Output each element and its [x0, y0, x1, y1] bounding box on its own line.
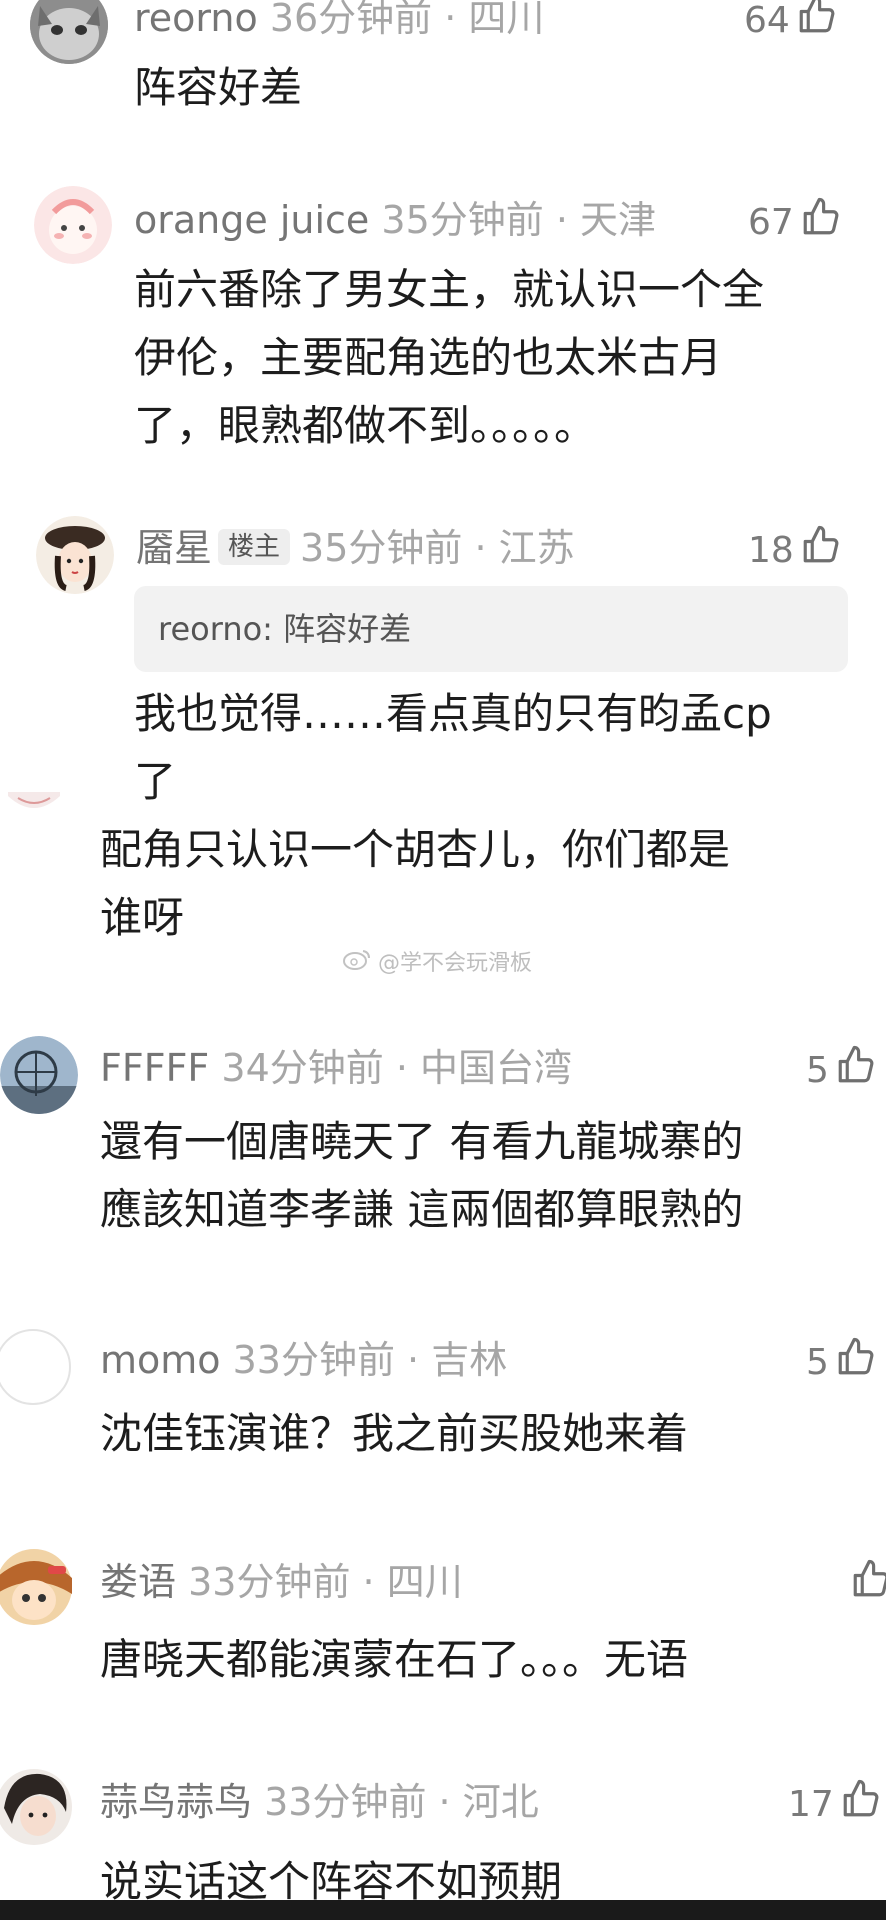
text-line: 還有一個唐曉天了 有看九龍城寨的	[100, 1117, 744, 1166]
like-button[interactable]: 67	[748, 196, 842, 249]
comment-text: 唐晓天都能演蒙在石了。。。无语	[100, 1626, 688, 1694]
avatar[interactable]	[34, 186, 112, 264]
text-line: 唐晓天都能演蒙在石了。。。无语	[100, 1635, 689, 1684]
watermark: @学不会玩滑板	[342, 947, 532, 980]
comment-meta: FFFFF 34分钟前 · 中国台湾	[100, 1046, 572, 1090]
like-count: 17	[788, 1783, 834, 1825]
thumbs-up-icon	[835, 1336, 877, 1389]
text-line: 伊伦，主要配角选的也太米古月	[134, 333, 723, 382]
comment-text: 沈佳钰演谁？我之前买股她来着	[100, 1400, 688, 1468]
comment-meta: momo 33分钟前 · 吉林	[100, 1338, 507, 1382]
text-line: 了，眼熟都做不到。。。。。	[134, 401, 597, 450]
timestamp-location: 33分钟前 · 吉林	[232, 1338, 508, 1382]
like-count: 5	[806, 1049, 829, 1091]
username[interactable]: momo	[100, 1338, 221, 1382]
comment-meta: reorno 36分钟前 · 四川	[134, 0, 544, 40]
username[interactable]: orange juice	[134, 198, 369, 242]
comment-text: 還有一個唐曉天了 有看九龍城寨的 應該知道李孝謙 這兩個都算眼熟的	[100, 1108, 743, 1244]
avatar[interactable]	[30, 0, 108, 64]
thumbs-up-icon	[840, 1778, 882, 1831]
weibo-logo-icon	[342, 947, 372, 980]
timestamp-location: 33分钟前 · 四川	[188, 1560, 463, 1604]
comment-meta: 蒜鸟蒜鸟 33分钟前 · 河北	[100, 1780, 539, 1824]
like-button[interactable]: 18	[748, 524, 842, 577]
username[interactable]: 娄语	[100, 1560, 176, 1604]
avatar[interactable]	[0, 1036, 78, 1114]
quoted-text: reorno: 阵容好差	[158, 610, 412, 648]
username[interactable]: 靥星	[136, 526, 212, 570]
avatar[interactable]	[0, 1548, 74, 1626]
text-line: 應該知道李孝謙 這兩個都算眼熟的	[100, 1185, 744, 1234]
like-count: 67	[748, 201, 794, 243]
op-badge: 楼主	[218, 528, 291, 565]
text-line: 我也觉得……看点真的只有昀孟cp	[134, 689, 772, 738]
avatar[interactable]	[36, 516, 114, 594]
timestamp-location: 36分钟前 · 四川	[269, 0, 545, 40]
comment-meta: 靥星 楼主 35分钟前 · 江苏	[136, 526, 575, 570]
like-count: 18	[748, 529, 794, 571]
like-count: 5	[806, 1341, 829, 1383]
thumbs-up-icon	[800, 524, 842, 577]
thumbs-up-icon	[800, 196, 842, 249]
thumbs-up-icon	[796, 0, 838, 47]
like-count: 64	[744, 0, 790, 41]
like-button[interactable]: 5	[806, 1336, 877, 1389]
timestamp-location: 35分钟前 · 天津	[381, 198, 656, 242]
like-button[interactable]	[844, 1558, 886, 1611]
like-button[interactable]: 64	[744, 0, 838, 47]
text-line: 阵容好差	[134, 63, 303, 112]
username[interactable]: FFFFF	[100, 1046, 209, 1090]
thumbs-up-icon	[850, 1558, 886, 1611]
timestamp-location: 34分钟前 · 中国台湾	[221, 1046, 572, 1090]
text-line: 配角只认识一个胡杏儿，你们都是	[100, 825, 731, 874]
bottom-edge-bar	[0, 1900, 886, 1920]
text-line: 沈佳钰演谁？我之前买股她来着	[100, 1409, 689, 1458]
avatar[interactable]	[0, 1328, 72, 1406]
username[interactable]: 蒜鸟蒜鸟	[100, 1780, 252, 1824]
avatar[interactable]	[0, 1768, 74, 1846]
text-line: 前六番除了男女主，就认识一个全	[134, 265, 765, 314]
text-line: 了	[134, 757, 177, 806]
avatar-partial	[4, 792, 64, 816]
comment-text: 阵容好差	[134, 54, 302, 122]
username[interactable]: reorno	[134, 0, 258, 40]
timestamp-location: 33分钟前 · 河北	[264, 1780, 539, 1824]
thumbs-up-icon	[835, 1044, 877, 1097]
comment-text: 前六番除了男女主，就认识一个全 伊伦，主要配角选的也太米古月 了，眼熟都做不到。…	[134, 256, 764, 460]
watermark-text: @学不会玩滑板	[378, 950, 533, 976]
comment-text: 我也觉得……看点真的只有昀孟cp 了	[134, 680, 772, 816]
like-button[interactable]: 5	[806, 1044, 877, 1097]
comment-text: 配角只认识一个胡杏儿，你们都是 谁呀	[100, 816, 730, 952]
text-line: 谁呀	[100, 893, 185, 942]
comment-meta: orange juice 35分钟前 · 天津	[134, 198, 656, 242]
quoted-reply[interactable]: reorno: 阵容好差	[134, 586, 848, 672]
timestamp-location: 35分钟前 · 江苏	[300, 526, 575, 570]
comment-meta: 娄语 33分钟前 · 四川	[100, 1560, 463, 1604]
like-button[interactable]: 17	[788, 1778, 882, 1831]
